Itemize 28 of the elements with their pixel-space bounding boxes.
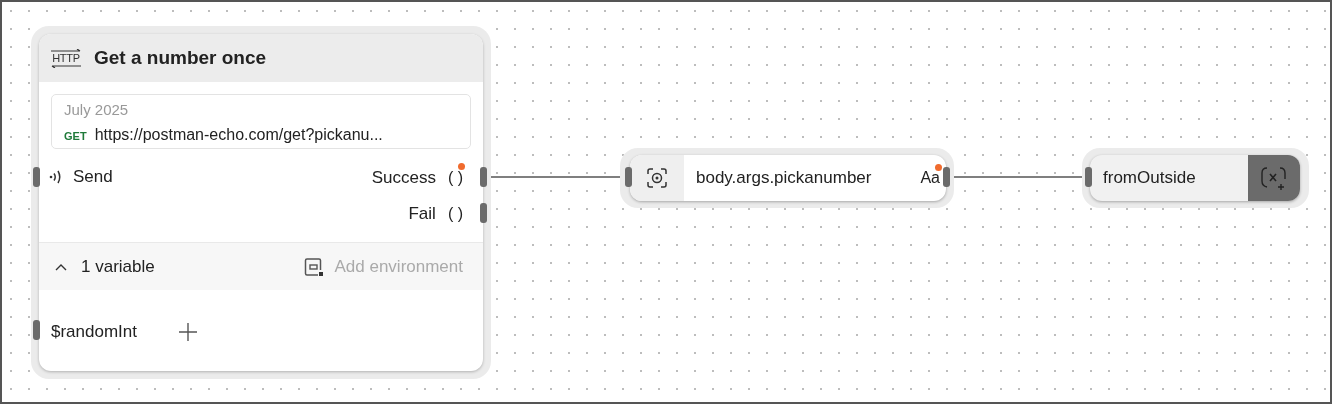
request-url: https://postman-echo.com/get?pickanu... bbox=[94, 125, 383, 145]
input-label: Send bbox=[73, 166, 113, 188]
node-title: Get a number once bbox=[94, 45, 267, 70]
connection-port[interactable] bbox=[33, 167, 40, 187]
connection-port[interactable] bbox=[480, 167, 487, 187]
output-label: Success bbox=[371, 167, 436, 189]
method-label: GET bbox=[64, 129, 87, 144]
request-date: July 2025 bbox=[64, 100, 130, 120]
variable-name: fromOutside bbox=[1103, 167, 1196, 190]
focus-icon bbox=[646, 167, 668, 189]
connection-port[interactable] bbox=[33, 320, 40, 340]
request-box[interactable]: July 2025 GET https://postman-echo.com/get?pickanu... bbox=[51, 94, 471, 149]
signal-icon bbox=[49, 168, 63, 185]
output-label: Fail bbox=[408, 203, 436, 225]
environment-icon bbox=[304, 256, 325, 277]
connection-port[interactable] bbox=[625, 167, 632, 187]
path-label: body.args.pickanumber bbox=[696, 167, 872, 190]
add-icon[interactable] bbox=[179, 322, 197, 341]
output-symbol: ( ) bbox=[447, 203, 463, 224]
variable-icon bbox=[1260, 165, 1288, 191]
connection-port[interactable] bbox=[1085, 167, 1092, 187]
output-symbol: ( ) bbox=[447, 165, 463, 190]
type-label: Aa bbox=[920, 166, 940, 190]
connection-port[interactable] bbox=[480, 203, 487, 223]
add-variable-button[interactable] bbox=[1248, 155, 1300, 201]
variables-toggle[interactable]: 1 variable bbox=[55, 253, 155, 280]
variable-name: $randomInt bbox=[51, 321, 137, 343]
connection-port[interactable] bbox=[943, 167, 950, 187]
